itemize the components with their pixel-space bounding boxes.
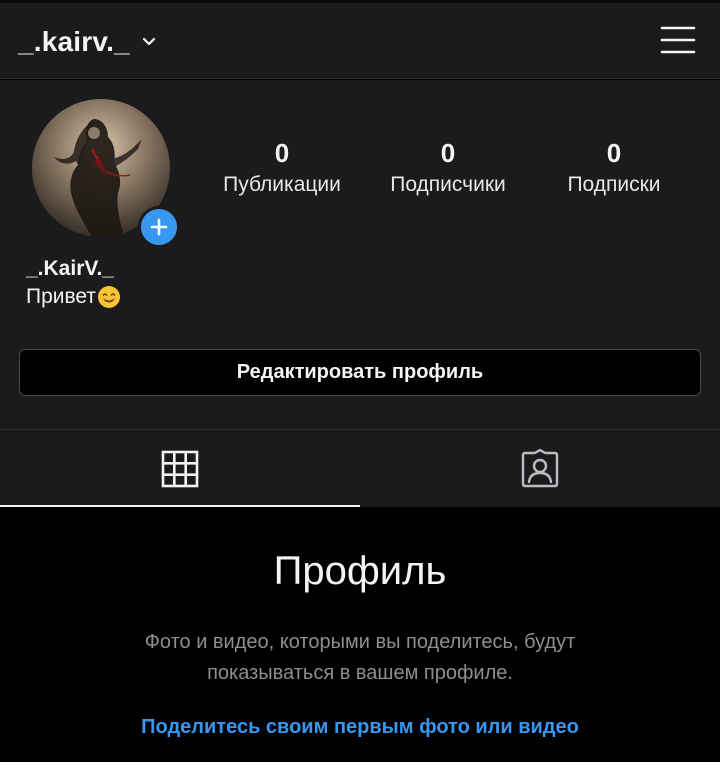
add-story-button[interactable] xyxy=(138,206,180,248)
smiling-face-emoji-icon xyxy=(97,285,121,309)
profile-header: 0 Публикации 0 Подписчики 0 Подписки _.K… xyxy=(0,80,720,429)
following-label: Подписки xyxy=(567,173,661,196)
chevron-down-icon xyxy=(142,35,156,49)
followers-count: 0 xyxy=(440,138,456,168)
username: _.kairv._ xyxy=(18,26,130,57)
stat-posts[interactable]: 0 Публикации xyxy=(200,136,364,200)
empty-title: Профиль xyxy=(273,549,447,593)
edit-profile-button[interactable]: Редактировать профиль xyxy=(19,349,701,396)
profile-screen: _.kairv._ 0 Публикации 0 Подписчики 0 По… xyxy=(0,0,720,762)
empty-profile-state: Профиль Фото и видео, которыми вы подели… xyxy=(0,507,720,762)
share-first-post-link[interactable]: Поделитесь своим первым фото или видео xyxy=(0,716,720,739)
tab-grid[interactable] xyxy=(0,430,360,507)
account-switcher[interactable]: _.kairv._ xyxy=(18,20,156,64)
followers-label: Подписчики xyxy=(390,173,506,196)
stat-following[interactable]: 0 Подписки xyxy=(532,136,696,200)
tab-tagged[interactable] xyxy=(360,430,720,507)
following-count: 0 xyxy=(606,138,622,168)
empty-description: Фото и видео, которыми вы поделитесь, бу… xyxy=(144,631,576,684)
grid-icon xyxy=(161,450,199,487)
status-edge xyxy=(0,0,720,3)
bio-text: Привет xyxy=(26,285,97,308)
posts-count: 0 xyxy=(274,138,290,168)
profile-tabs xyxy=(0,429,720,507)
plus-icon xyxy=(150,218,168,236)
display-name: _.KairV._ xyxy=(26,257,114,280)
tagged-photos-icon xyxy=(521,448,559,487)
posts-label: Публикации xyxy=(223,173,341,196)
top-bar: _.kairv._ xyxy=(0,0,720,79)
menu-icon[interactable] xyxy=(660,22,696,58)
bio: Привет xyxy=(26,285,121,309)
stat-followers[interactable]: 0 Подписчики xyxy=(366,136,530,200)
profile-stats: 0 Публикации 0 Подписчики 0 Подписки xyxy=(200,136,700,206)
